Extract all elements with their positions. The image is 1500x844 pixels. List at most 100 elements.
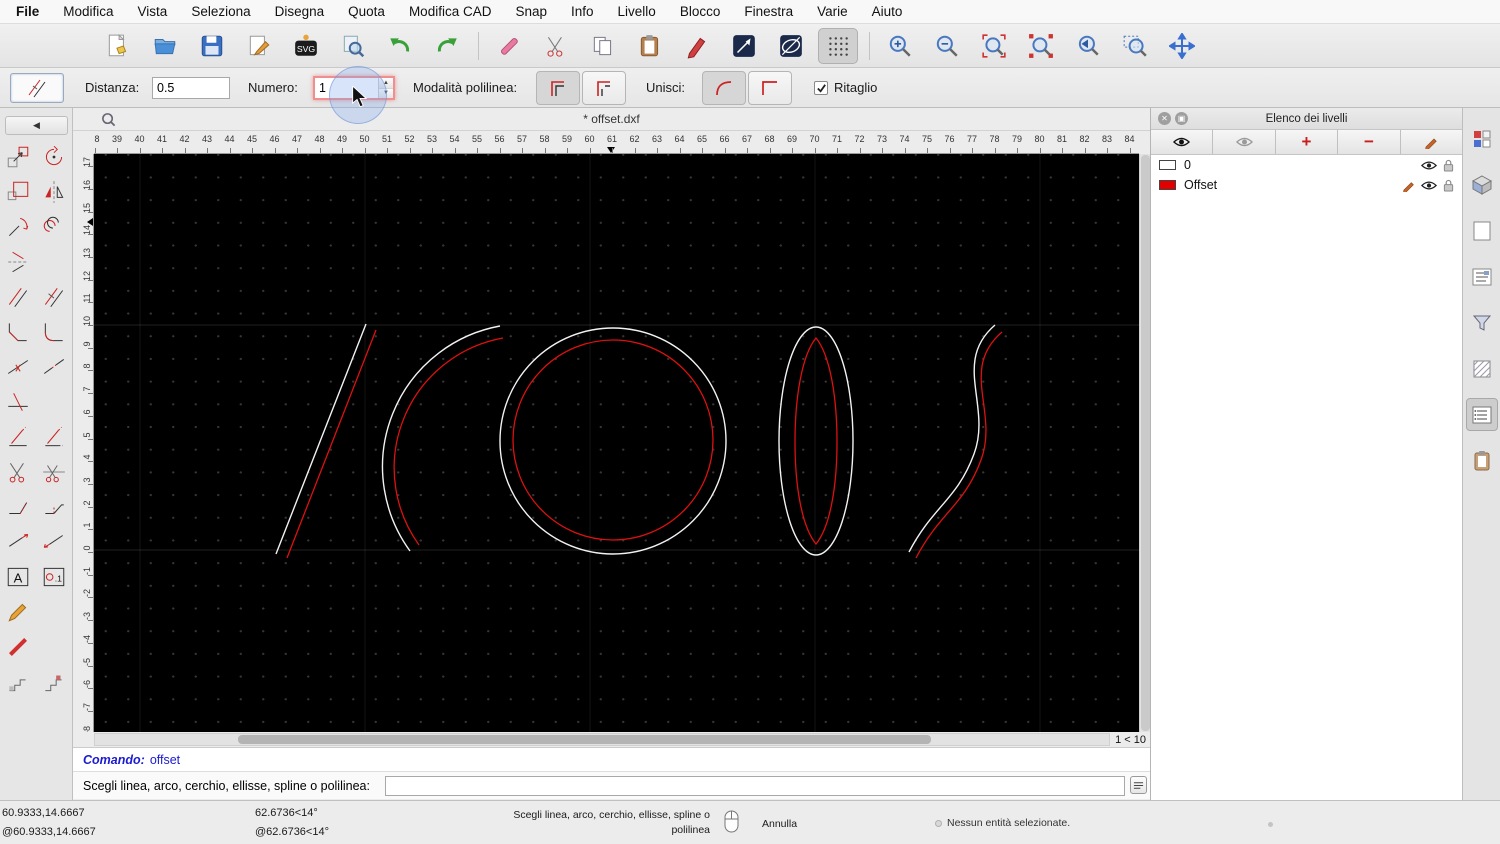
tool-mirror-button[interactable] [36, 174, 72, 209]
layer-lock-icon[interactable] [1443, 159, 1454, 172]
save-document-button[interactable] [192, 28, 232, 64]
tool-stretch-edge-button[interactable] [36, 489, 72, 524]
menu-finestra[interactable]: Finestra [744, 4, 793, 19]
grid-toggle-button[interactable] [818, 27, 858, 64]
menu-disegna[interactable]: Disegna [275, 4, 325, 19]
offset-circle[interactable] [513, 340, 713, 540]
tool-round-button[interactable] [36, 314, 72, 349]
tool-bevel-button[interactable] [0, 314, 36, 349]
library-browser-panel-button[interactable] [1466, 168, 1498, 201]
tool-shrink-button[interactable] [36, 524, 72, 559]
zoom-redraw-button[interactable] [1021, 28, 1061, 64]
pattern-panel-button[interactable] [1466, 352, 1498, 385]
command-multiline-toggle-button[interactable] [1130, 776, 1147, 794]
tool-trim-both-button[interactable] [36, 419, 72, 454]
tool-rotate-button[interactable] [36, 139, 72, 174]
tool-trim-button[interactable] [0, 419, 36, 454]
menu-info[interactable]: Info [571, 4, 594, 19]
remove-layer-button[interactable]: − [1338, 130, 1401, 154]
new-document-button[interactable] [98, 28, 138, 64]
selection-filter-panel-button[interactable] [1466, 306, 1498, 339]
layer-row-0[interactable]: 0 [1151, 155, 1462, 175]
join-round-button[interactable] [702, 71, 746, 105]
cut-button[interactable] [536, 28, 576, 64]
offset-ellipse[interactable] [795, 338, 837, 544]
block-list-panel-button[interactable] [1466, 260, 1498, 293]
show-all-layers-button[interactable] [1151, 130, 1214, 154]
tool-hatch-button[interactable] [0, 594, 36, 629]
layer-visible-eye-icon[interactable] [1421, 180, 1437, 191]
zoom-out-button[interactable] [927, 28, 967, 64]
join-corner-button[interactable] [748, 71, 792, 105]
menu-quota[interactable]: Quota [348, 4, 385, 19]
number-stepper[interactable]: ▲ ▼ [378, 78, 393, 98]
layer-visible-eye-icon[interactable] [1421, 160, 1437, 171]
tool-text-edit-button[interactable]: A [0, 559, 36, 594]
tool-explode-blocks-button[interactable] [36, 664, 72, 699]
pan-button[interactable] [1162, 28, 1202, 64]
tool-decimal-point-button[interactable]: .1 [36, 559, 72, 594]
line-tool-button[interactable] [724, 28, 764, 64]
tool-move-rotate-button[interactable] [0, 209, 36, 244]
sheet-panel-button[interactable] [1466, 214, 1498, 247]
erase-button[interactable] [489, 28, 529, 64]
tool-offset-copy-button[interactable] [36, 279, 72, 314]
polyline-mode-a-button[interactable] [536, 71, 580, 105]
command-input[interactable] [385, 776, 1125, 796]
vertical-scrollbar[interactable] [1139, 154, 1150, 732]
redo-button[interactable] [427, 28, 467, 64]
entity-spline[interactable] [909, 325, 995, 552]
menu-modifica-cad[interactable]: Modifica CAD [409, 4, 492, 19]
stepper-down-icon[interactable]: ▼ [379, 88, 393, 98]
zoom-in-button[interactable] [880, 28, 920, 64]
open-document-button[interactable] [145, 28, 185, 64]
menu-seleziona[interactable]: Seleziona [191, 4, 250, 19]
offset-arc[interactable] [394, 338, 503, 545]
entity-arc[interactable] [383, 326, 500, 551]
original-entities[interactable] [276, 324, 995, 555]
tool-offset-button[interactable] [0, 279, 36, 314]
svg-export-button[interactable]: SVG [286, 28, 326, 64]
tool-lengthen-button[interactable] [0, 524, 36, 559]
property-editor-panel-button[interactable] [1466, 122, 1498, 155]
zoom-previous-button[interactable] [1068, 28, 1108, 64]
vertical-scrollbar-thumb[interactable] [1141, 155, 1150, 731]
number-input[interactable] [315, 78, 378, 98]
stepper-up-icon[interactable]: ▲ [379, 78, 393, 89]
print-preview-button[interactable] [333, 28, 373, 64]
menu-vista[interactable]: Vista [138, 4, 168, 19]
horizontal-scrollbar-thumb[interactable] [238, 735, 931, 744]
tool-scale-button[interactable] [0, 174, 36, 209]
ellipse-tool-button[interactable] [771, 28, 811, 64]
tool-cut-two-button[interactable] [36, 454, 72, 489]
tool-stretch-button[interactable] [0, 489, 36, 524]
tool-marker-button[interactable] [0, 629, 36, 664]
menu-varie[interactable]: Varie [817, 4, 848, 19]
menu-file[interactable]: File [16, 4, 39, 19]
entity-circle[interactable] [500, 328, 726, 554]
tool-explode-button[interactable] [0, 664, 36, 699]
polyline-mode-b-button[interactable] [582, 71, 626, 105]
layer-list-panel-button[interactable] [1465, 398, 1498, 431]
clipboard-panel-button[interactable] [1466, 444, 1498, 477]
menu-livello[interactable]: Livello [618, 4, 656, 19]
distance-input[interactable] [152, 77, 230, 99]
menu-aiuto[interactable]: Aiuto [872, 4, 903, 19]
tool-cut-button[interactable] [0, 454, 36, 489]
menu-blocco[interactable]: Blocco [680, 4, 721, 19]
entity-line[interactable] [276, 324, 366, 554]
draw-pen-button[interactable] [677, 28, 717, 64]
tool-rotate-two-button[interactable] [36, 209, 72, 244]
menu-snap[interactable]: Snap [515, 4, 547, 19]
offset-spline[interactable] [916, 332, 1002, 558]
tool-divide-button[interactable] [0, 349, 36, 384]
entity-ellipse[interactable] [779, 327, 853, 555]
offset-line[interactable] [287, 330, 376, 558]
tool-auto-trim-button[interactable] [0, 384, 36, 419]
undo-button[interactable] [380, 28, 420, 64]
clip-checkbox[interactable] [814, 81, 828, 95]
hide-all-layers-button[interactable] [1213, 130, 1276, 154]
layer-lock-icon[interactable] [1443, 179, 1454, 192]
edit-drawing-button[interactable] [239, 28, 279, 64]
zoom-auto-button[interactable] [974, 28, 1014, 64]
